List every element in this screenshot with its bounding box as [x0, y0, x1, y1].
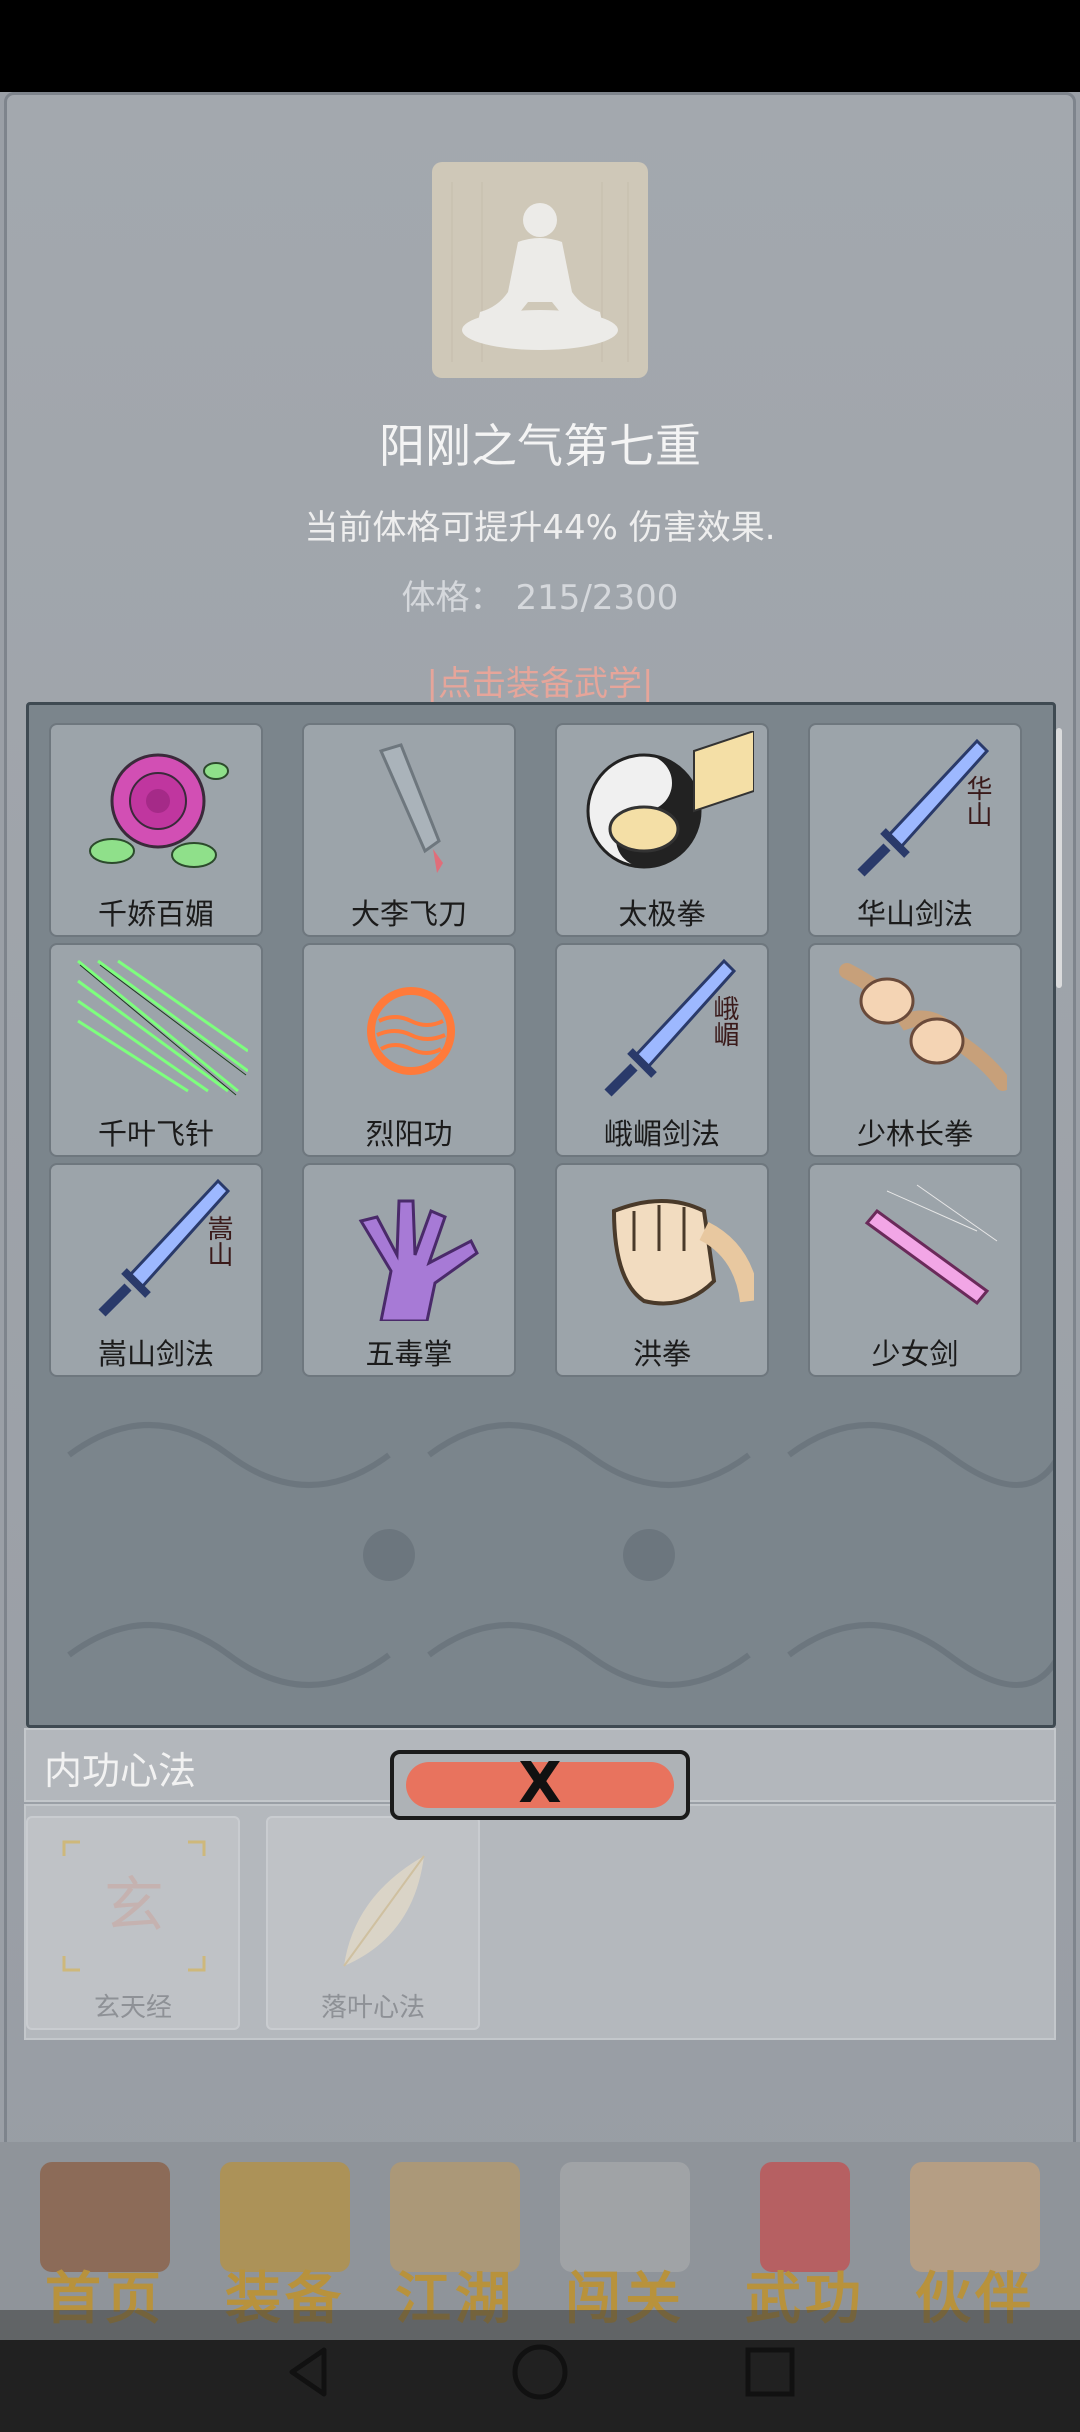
tab-home[interactable]: 首页	[20, 2162, 190, 2332]
tab-challenge[interactable]: 闯关	[540, 2162, 710, 2332]
xuan-scroll-icon: 玄	[62, 1840, 206, 1972]
meditation-portrait	[432, 162, 648, 378]
inner-art-label: 落叶心法	[320, 1993, 425, 2023]
skill-card[interactable]: 烈阳功	[302, 943, 516, 1157]
panel-ornament	[67, 1422, 1053, 1688]
status-bar	[0, 0, 1080, 92]
poison-palm-icon	[358, 1199, 479, 1321]
fist-icon	[611, 1199, 754, 1306]
tab-companions[interactable]: 伙伴	[890, 2162, 1060, 2332]
physique-label: 体格：	[401, 578, 504, 618]
skill-label: 少女剑	[871, 1337, 959, 1371]
skill-label: 千娇百媚	[97, 897, 214, 931]
skill-label: 少林长拳	[856, 1117, 973, 1151]
skill-card[interactable]: 千叶飞针	[49, 943, 263, 1157]
skill-label: 千叶飞针	[97, 1117, 214, 1151]
skill-grid: 千娇百媚 大李飞刀 太极拳 华山 华山剑法 千叶飞针 烈阳功 峨嵋 峨嵋剑法 少林长拳 嵩山 嵩山剑法…	[49, 723, 1022, 1377]
skills-scrollbar[interactable]	[1056, 728, 1062, 988]
flying-knife-icon	[378, 743, 443, 873]
pink-sword-icon	[864, 1184, 998, 1306]
skill-label: 大李飞刀	[350, 897, 467, 931]
sword-school-glyph: 嵩山	[203, 1215, 233, 1267]
skill-label: 峨嵋剑法	[603, 1117, 720, 1151]
skill-title: 阳刚之气第七重	[379, 419, 701, 473]
skill-card[interactable]: 少林长拳	[808, 943, 1022, 1157]
skills-panel: 千娇百媚 大李飞刀 太极拳 华山 华山剑法 千叶飞针 烈阳功 峨嵋 峨嵋剑法 少林长拳 嵩山 嵩山剑法…	[26, 702, 1056, 1728]
long-fist-icon	[839, 963, 1007, 1091]
skill-description: 当前体格可提升44% 伤害效果.	[304, 508, 776, 548]
skill-card[interactable]: 千娇百媚	[49, 723, 263, 937]
skill-label: 嵩山剑法	[97, 1337, 214, 1371]
inner-arts-list: 玄 玄天经 落叶心法	[24, 1804, 1056, 2040]
xuan-glyph: 玄	[104, 1871, 164, 1941]
skill-label: 太极拳	[618, 897, 706, 931]
recents-square-icon[interactable]	[738, 2340, 802, 2404]
tab-martial-arts[interactable]: 武功	[720, 2162, 890, 2332]
skill-label: 烈阳功	[365, 1117, 453, 1151]
skill-card[interactable]: 大李飞刀	[302, 723, 516, 937]
skill-card[interactable]: 太极拳	[555, 723, 769, 937]
falling-leaf-icon	[343, 1855, 425, 1967]
physique-stat: 体格： 215/2300	[0, 570, 1080, 619]
close-icon: X	[518, 1751, 562, 1816]
inner-art-card[interactable]: 落叶心法	[266, 1816, 480, 2030]
inner-art-card[interactable]: 玄 玄天经	[26, 1816, 240, 2030]
taiji-fist-icon	[586, 731, 754, 869]
tab-equipment[interactable]: 装备	[200, 2162, 370, 2332]
sword-icon: 华山	[857, 738, 992, 877]
inner-arts-title: 内功心法	[44, 1749, 197, 1793]
sun-orb-icon	[367, 987, 455, 1075]
sword-icon: 嵩山	[98, 1178, 233, 1317]
skill-card[interactable]: 嵩山嵩山剑法	[49, 1163, 263, 1377]
rose-icon	[89, 753, 229, 868]
skill-label: 华山剑法	[856, 897, 973, 931]
skill-card[interactable]: 少女剑	[808, 1163, 1022, 1377]
skill-card[interactable]: 五毒掌	[302, 1163, 516, 1377]
skill-label: 洪拳	[632, 1337, 691, 1371]
flying-needles-icon	[77, 959, 248, 1096]
meditating-figure-icon	[451, 182, 629, 362]
skill-card[interactable]: 峨嵋峨嵋剑法	[555, 943, 769, 1157]
sword-school-glyph: 峨嵋	[709, 995, 739, 1047]
skill-label: 五毒掌	[365, 1337, 453, 1371]
home-circle-icon[interactable]	[508, 2340, 572, 2404]
inner-art-label: 玄天经	[93, 1993, 172, 2023]
physique-value: 215/2300	[515, 578, 679, 618]
skill-card[interactable]: 洪拳	[555, 1163, 769, 1377]
skill-card[interactable]: 华山华山剑法	[808, 723, 1022, 937]
sword-school-glyph: 华山	[962, 775, 992, 827]
sword-icon: 峨嵋	[604, 958, 739, 1097]
back-icon[interactable]	[278, 2340, 342, 2404]
close-button[interactable]: X	[390, 1750, 690, 1820]
tab-jianghu[interactable]: 江湖	[370, 2162, 540, 2332]
equip-martial-arts-link[interactable]: |点击装备武学|	[0, 656, 1080, 705]
martial-arts-screen: 阳刚之气第七重 当前体格可提升44% 伤害效果. 体格： 215/2300 |点击…	[0, 92, 1080, 2432]
